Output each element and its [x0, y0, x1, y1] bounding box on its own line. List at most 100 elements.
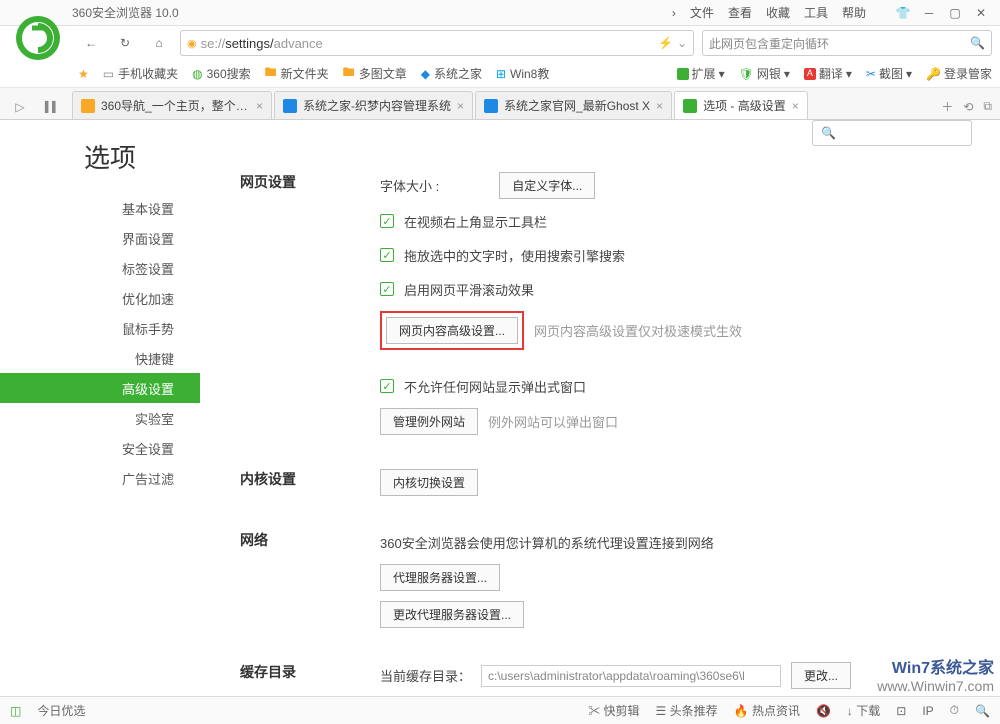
ip-icon[interactable]: IP — [922, 704, 933, 718]
webpage-advanced-button[interactable]: 网页内容高级设置... — [386, 317, 518, 344]
custom-font-button[interactable]: 自定义字体... — [499, 172, 595, 199]
checkbox-drag-search[interactable]: ✓ — [380, 248, 394, 262]
search-icon: 🔍 — [821, 126, 836, 140]
menu-favorites[interactable]: 收藏 — [766, 4, 790, 21]
change-proxy-button[interactable]: 更改代理服务器设置... — [380, 601, 524, 628]
tab-close-icon[interactable]: × — [656, 99, 663, 113]
checkbox-video-toolbar[interactable]: ✓ — [380, 214, 394, 228]
tab-close-icon[interactable]: × — [457, 99, 464, 113]
tab-overflow-button[interactable]: ⧉ — [983, 99, 992, 114]
menu-help[interactable]: 帮助 — [842, 4, 866, 21]
caret-icon[interactable]: › — [672, 6, 676, 20]
menu-view[interactable]: 查看 — [728, 4, 752, 21]
tab-favicon-icon — [484, 99, 498, 113]
font-size-label: 字体大小 : — [380, 176, 439, 195]
back-button[interactable]: ← — [78, 30, 104, 56]
bookmark-bar: ★ ▭手机收藏夹 ◍360搜索 🖿新文件夹 🖿多图文章 ◆系统之家 ⊞Win8教… — [0, 60, 1000, 88]
menu-lab[interactable]: 实验室 — [0, 403, 200, 433]
cache-label: 当前缓存目录： — [380, 666, 471, 685]
menu-ui[interactable]: 界面设置 — [0, 223, 200, 253]
cache-path: c:\users\administrator\appdata\roaming\3… — [481, 665, 781, 687]
change-cache-button[interactable]: 更改... — [791, 662, 851, 689]
reload-button[interactable]: ↻ — [112, 30, 138, 56]
menu-optimize[interactable]: 优化加速 — [0, 283, 200, 313]
shield-icon: ◉ — [187, 37, 197, 50]
proxy-settings-button[interactable]: 代理服务器设置... — [380, 564, 500, 591]
kernel-switch-button[interactable]: 内核切换设置 — [380, 469, 478, 496]
speed-icon[interactable]: ⏱ — [950, 703, 959, 718]
menu-adblock[interactable]: 广告过滤 — [0, 463, 200, 493]
bookmark-articles[interactable]: 🖿多图文章 — [343, 63, 407, 84]
restore-tab-button[interactable]: ⟲ — [963, 100, 973, 114]
section-kernel: 内核设置 内核切换设置 — [240, 469, 972, 506]
bookmark-mobile[interactable]: ▭手机收藏夹 — [103, 65, 178, 82]
ext-screenshot[interactable]: ✂截图▾ — [866, 65, 912, 82]
status-bar: ◫ 今日优选 ✂ 快剪辑 ☰ 头条推荐 🔥 热点资讯 🔇 ↓ 下载 ⊡ IP ⏱… — [0, 696, 1000, 724]
downloads[interactable]: ↓ 下载 — [847, 702, 880, 719]
address-bar[interactable]: ◉ se://settings/advance ⚡ ⌄ — [180, 30, 694, 56]
zoom-icon[interactable]: 🔍 — [975, 704, 990, 718]
settings-search[interactable]: 🔍 — [812, 120, 972, 146]
menu-tabs[interactable]: 标签设置 — [0, 253, 200, 283]
settings-content: 🔍 网页设置 字体大小 : 自定义字体... ✓在视频右上角显示工具栏 ✓拖放选… — [200, 120, 1000, 696]
tab-360nav[interactable]: 360导航_一个主页，整个世… × — [72, 91, 272, 119]
window-titlebar: 360安全浏览器 10.0 › 文件 查看 收藏 工具 帮助 👕 ─ ▢ ✕ — [0, 0, 1000, 26]
headlines[interactable]: ☰ 头条推荐 — [656, 702, 718, 719]
menu-advanced[interactable]: 高级设置 — [0, 373, 200, 403]
new-tab-button[interactable]: ＋ — [941, 98, 953, 115]
bookmark-newfolder[interactable]: 🖿新文件夹 — [265, 63, 329, 84]
section-cache: 缓存目录 当前缓存目录： c:\users\administrator\appd… — [240, 662, 972, 696]
bookmark-win8[interactable]: ⊞Win8教 — [496, 65, 549, 82]
stats-icon[interactable]: ◫ — [10, 704, 21, 718]
skin-button[interactable]: 👕 — [890, 3, 916, 23]
home-button[interactable]: ⌂ — [146, 30, 172, 56]
ext-translate[interactable]: A翻译▾ — [804, 65, 852, 82]
tab-favicon-icon — [81, 99, 95, 113]
tab-favicon-icon — [283, 99, 297, 113]
bookmark-360search[interactable]: ◍360搜索 — [192, 65, 251, 82]
settings-sidebar: 选项 基本设置 界面设置 标签设置 优化加速 鼠标手势 快捷键 高级设置 实验室… — [0, 120, 200, 696]
menu-file[interactable]: 文件 — [690, 4, 714, 21]
minimize-button[interactable]: ─ — [916, 3, 942, 23]
dropdown-icon[interactable]: ⌄ — [677, 36, 687, 50]
checkbox-smooth-scroll[interactable]: ✓ — [380, 282, 394, 296]
tab-bar: ▷ ▌▌ 360导航_一个主页，整个世… × 系统之家-织梦内容管理系统 × 系… — [0, 88, 1000, 120]
search-icon[interactable]: 🔍 — [970, 36, 985, 50]
hot-news[interactable]: 🔥 热点资讯 — [734, 702, 800, 719]
menu-tools[interactable]: 工具 — [804, 4, 828, 21]
section-webpage: 网页设置 字体大小 : 自定义字体... ✓在视频右上角显示工具栏 ✓拖放选中的… — [240, 172, 972, 445]
speed-mode-icon[interactable]: ⚡ — [658, 36, 673, 50]
menu-security[interactable]: 安全设置 — [0, 433, 200, 463]
menu-shortcut[interactable]: 快捷键 — [0, 343, 200, 373]
tab-close-icon[interactable]: × — [792, 99, 799, 113]
maximize-button[interactable]: ▢ — [942, 3, 968, 23]
today-picks[interactable]: 今日优选 — [37, 702, 85, 719]
favorite-star-icon[interactable]: ★ — [78, 67, 89, 81]
browser-logo-icon — [14, 14, 62, 62]
tab-list-button[interactable]: ▌▌ — [40, 95, 64, 119]
advanced-hint: 网页内容高级设置仅对极速模式生效 — [534, 321, 742, 340]
menu-mouse[interactable]: 鼠标手势 — [0, 313, 200, 343]
tab-ghost[interactable]: 系统之家官网_最新Ghost X × — [475, 91, 672, 119]
ext-extensions[interactable]: 扩展▾ — [677, 65, 725, 82]
checkbox-block-popup[interactable]: ✓ — [380, 379, 394, 393]
tab-dedecms[interactable]: 系统之家-织梦内容管理系统 × — [274, 91, 473, 119]
section-title: 缓存目录 — [240, 662, 380, 696]
menu-basic[interactable]: 基本设置 — [0, 193, 200, 223]
close-button[interactable]: ✕ — [968, 3, 994, 23]
sidebar-toggle[interactable]: ▷ — [8, 95, 32, 119]
address-bar-row: ← ↻ ⌂ ◉ se://settings/advance ⚡ ⌄ 此网页包含重… — [0, 26, 1000, 60]
pip-icon[interactable]: ⊡ — [896, 704, 906, 718]
tab-settings[interactable]: 选项 - 高级设置 × — [674, 91, 808, 119]
mute-icon[interactable]: 🔇 — [816, 704, 831, 718]
quick-clip[interactable]: ✂ 快剪辑 — [588, 702, 639, 719]
search-box[interactable]: 此网页包含重定向循环 🔍 — [702, 30, 992, 56]
section-title: 内核设置 — [240, 469, 380, 506]
ext-bank[interactable]: 🛡网银▾ — [739, 65, 790, 82]
tab-close-icon[interactable]: × — [256, 99, 263, 113]
bookmark-system[interactable]: ◆系统之家 — [421, 65, 482, 82]
manage-exceptions-button[interactable]: 管理例外网站 — [380, 408, 478, 435]
search-placeholder: 此网页包含重定向循环 — [709, 35, 970, 52]
tab-favicon-icon — [683, 99, 697, 113]
ext-login[interactable]: 🔑登录管家 — [926, 65, 992, 82]
